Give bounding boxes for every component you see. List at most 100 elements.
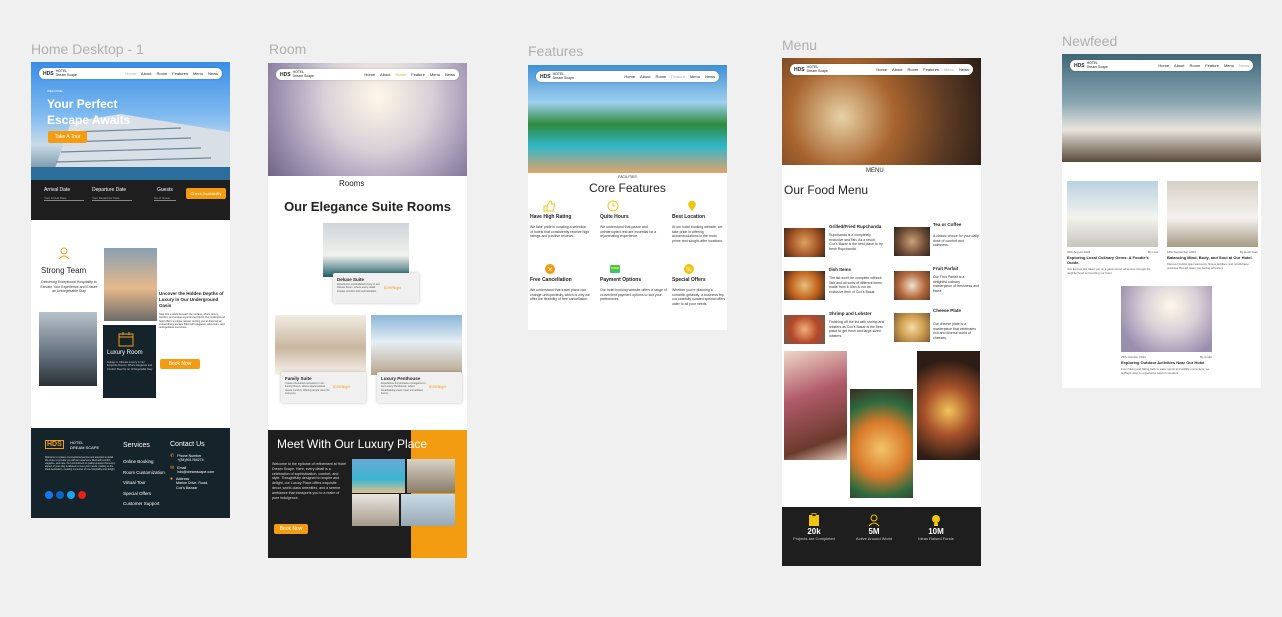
news-post-2[interactable]: 16th September 2024 By Emilt Iwan Balanc… (1167, 181, 1258, 270)
nav-feature[interactable]: Feature (1205, 63, 1219, 68)
service-special-offers[interactable]: Special Offers (123, 489, 165, 500)
menu-item-tea[interactable]: Tea or Coffee A classic choice for your … (894, 222, 981, 262)
nav-news[interactable]: News (208, 71, 218, 76)
book-now-button[interactable]: Book Now (160, 359, 200, 369)
take-tour-button[interactable]: Take A Tour (48, 131, 87, 143)
nav-news[interactable]: News (1239, 63, 1249, 68)
post-title: Exploring Local Culinary Gems: A Foodie'… (1067, 255, 1149, 265)
nav-feature[interactable]: Feature (411, 72, 425, 77)
nav-home[interactable]: Home (876, 67, 887, 72)
service-room-customization[interactable]: Room Customization (123, 468, 165, 479)
nav-logo[interactable]: HDS (280, 72, 291, 78)
feature-desc: We understand that travel plans can chan… (530, 288, 590, 301)
nav-logo[interactable]: HDS (540, 74, 551, 80)
luxury-book-now-button[interactable]: Book Now (274, 524, 308, 534)
payment-icon (609, 263, 621, 275)
twitter-icon[interactable] (67, 491, 75, 499)
stats-bar: 20k Projects are Completed 5M Active Aro… (782, 507, 981, 566)
arrival-input[interactable]: Your Arrival Date (44, 196, 84, 201)
footer-logo[interactable]: HDS (45, 440, 64, 449)
nav-about[interactable]: About (892, 67, 902, 72)
email-value[interactable]: hds@dreamscape.com (177, 470, 214, 474)
social-icons (45, 491, 86, 499)
svg-text:%: % (686, 267, 692, 274)
nav-menu[interactable]: Menu (1224, 63, 1234, 68)
luxury-place-section: Meet With Our Luxury Place Welcome to th… (268, 430, 467, 558)
luxury-room-card[interactable]: Luxury Room Indulge in Ultimate Luxury i… (103, 325, 156, 398)
nav-room[interactable]: Room (908, 67, 919, 72)
menu-frame: HDS HOTEL Dream Scape Home About Room Fe… (782, 58, 981, 566)
stat-label: Projects are Completed (793, 536, 835, 541)
interior-thumb (407, 459, 455, 493)
service-virtual-tour[interactable]: Virtual Tour (123, 478, 165, 489)
menu-item-ilish[interactable]: Ilish Items The list won't be complete w… (784, 267, 889, 307)
nav-features[interactable]: Features (923, 67, 939, 72)
deluxe-name: Deluxe Suite (337, 277, 365, 282)
nav-news[interactable]: News (959, 67, 969, 72)
nav-room[interactable]: Room (157, 71, 168, 76)
nav-menu[interactable]: Menu (690, 74, 700, 79)
menu-item-desc: Our cheese plate is a masterpiece that c… (933, 322, 976, 340)
youtube-icon[interactable] (78, 491, 86, 499)
post-image (1167, 181, 1258, 247)
facebook-icon[interactable] (45, 491, 53, 499)
nav-logo[interactable]: HDS (794, 67, 805, 73)
booking-bar: Arrival Date Your Arrival Date Departure… (31, 180, 230, 220)
family-image (275, 315, 366, 375)
nav-news[interactable]: News (705, 74, 715, 79)
penthouse-desc: Experience the pinnacle of elegance in o… (381, 382, 426, 395)
nav-about[interactable]: About (640, 74, 650, 79)
departure-input[interactable]: Your Departure Date (92, 196, 132, 201)
nav-menu[interactable]: Menu (430, 72, 440, 77)
nav-room[interactable]: Room (1190, 63, 1201, 68)
features-navbar: HDS HOTEL Dream Scape Home About Room Fe… (536, 71, 719, 82)
check-availability-button[interactable]: Check Availability (186, 188, 226, 199)
nav-home[interactable]: Home (125, 71, 136, 76)
nav-news[interactable]: News (445, 72, 455, 77)
nav-menu[interactable]: Menu (193, 71, 203, 76)
menu-item-cheese[interactable]: Cheese Plate Our cheese plate is a maste… (894, 308, 981, 348)
nav-menu[interactable]: Menu (944, 67, 954, 72)
nav-features[interactable]: Features (172, 71, 188, 76)
phone-value[interactable]: +(84)901764274 (177, 458, 203, 462)
nav-about[interactable]: About (380, 72, 390, 77)
nav-logo[interactable]: HDS (43, 71, 54, 77)
nav-room[interactable]: Room (656, 74, 667, 79)
service-customer-support[interactable]: Customer Support (123, 499, 165, 510)
nav-feature[interactable]: Feature (671, 74, 685, 79)
menu-item-shrimp[interactable]: Shrimp and Lobster Finishing off the lis… (784, 311, 889, 351)
view-thumb (401, 494, 455, 526)
nav-room[interactable]: Room (396, 72, 407, 77)
room-card-deluxe[interactable]: Deluxe Suite Experience unparalleled lux… (323, 223, 419, 305)
nav-about[interactable]: About (1174, 63, 1184, 68)
nav-logo[interactable]: HDS (1074, 63, 1085, 69)
nav-home[interactable]: Home (364, 72, 375, 77)
news-post-3[interactable]: 25th October 2024 By Andut Exploring Out… (1121, 286, 1212, 375)
menu-item-name: Ilish Items (829, 267, 852, 272)
post-desc: Discover holistic spa treatments, fitnes… (1167, 262, 1249, 270)
team-title: Strong Team (41, 266, 87, 275)
nav-home[interactable]: Home (624, 74, 635, 79)
nav-home[interactable]: Home (1158, 63, 1169, 68)
menu-item-parfait[interactable]: Fruit Parfait Our Fruit Parfait is a del… (894, 266, 981, 306)
stat-active: 5M Active Around World (846, 513, 902, 541)
family-price: $199/Night (333, 385, 350, 389)
feature-desc: We take pride in curating a selection of… (530, 225, 590, 238)
penthouse-name: Luxury Penthouse (381, 376, 421, 381)
rooms-label: Rooms (339, 179, 365, 188)
services-title: Services (123, 442, 150, 449)
service-online-booking[interactable]: Online Booking (123, 457, 165, 468)
nav-about[interactable]: About (141, 71, 151, 76)
menu-item-rupchanda[interactable]: Grilled/Fried Rupchanda Rupchanda is a c… (784, 224, 889, 264)
clipboard-icon (807, 513, 821, 527)
news-post-1[interactable]: 20th August 2024 By Lina Exploring Local… (1067, 181, 1158, 275)
room-card-family[interactable]: Family Suite Create cherished memories i… (275, 315, 366, 405)
cheese-image (894, 313, 930, 342)
post-title: Exploring Outdoor Activities Near Our Ho… (1121, 360, 1205, 365)
linkedin-icon[interactable] (56, 491, 64, 499)
stat-value: 10M (928, 527, 944, 536)
guests-input[interactable]: No of Guest (154, 196, 176, 201)
location-icon: ● (170, 476, 174, 483)
post-author: By Andut (1199, 355, 1212, 359)
room-card-penthouse[interactable]: Luxury Penthouse Experience the pinnacle… (371, 315, 462, 405)
